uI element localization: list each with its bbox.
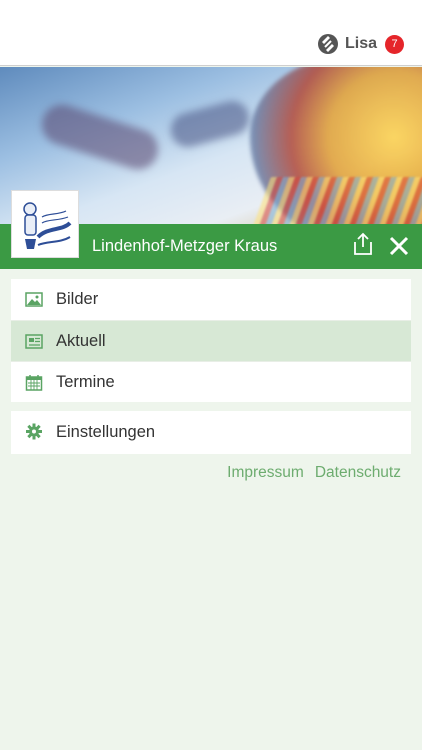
close-button[interactable] (389, 236, 409, 256)
notification-badge: 7 (385, 34, 404, 54)
share-button[interactable] (352, 232, 374, 256)
menu-item-label: Termine (56, 372, 115, 391)
main-menu: Bilder Aktuell Termine (11, 279, 411, 402)
store-name: Lindenhof-Metzger Kraus (92, 237, 278, 255)
butcher-logo-icon (23, 202, 72, 249)
menu-item-einstellungen[interactable]: Einstellungen (11, 411, 411, 454)
image-icon (25, 292, 43, 307)
menu-item-label: Bilder (56, 290, 99, 308)
impressum-link[interactable]: Impressum (227, 464, 304, 482)
calendar-icon (25, 375, 43, 391)
datenschutz-link[interactable]: Datenschutz (315, 464, 401, 482)
menu-item-label: Einstellungen (56, 423, 156, 441)
menu-item-termine[interactable]: Termine (11, 361, 411, 402)
footer-links: Impressum Datenschutz (227, 464, 401, 482)
user-name: Lisa (344, 35, 377, 52)
gear-icon (26, 423, 42, 440)
user-menu[interactable]: Lisa 7 (317, 33, 404, 55)
store-logo (11, 190, 79, 258)
top-bar: Lisa 7 (0, 0, 422, 66)
menu-item-label: Aktuell (56, 331, 106, 350)
newspaper-icon (25, 334, 43, 349)
app-logo-icon (317, 34, 338, 54)
settings-menu: Einstellungen (11, 411, 411, 454)
menu-item-aktuell[interactable]: Aktuell (11, 320, 411, 361)
menu-item-bilder[interactable]: Bilder (11, 279, 411, 320)
